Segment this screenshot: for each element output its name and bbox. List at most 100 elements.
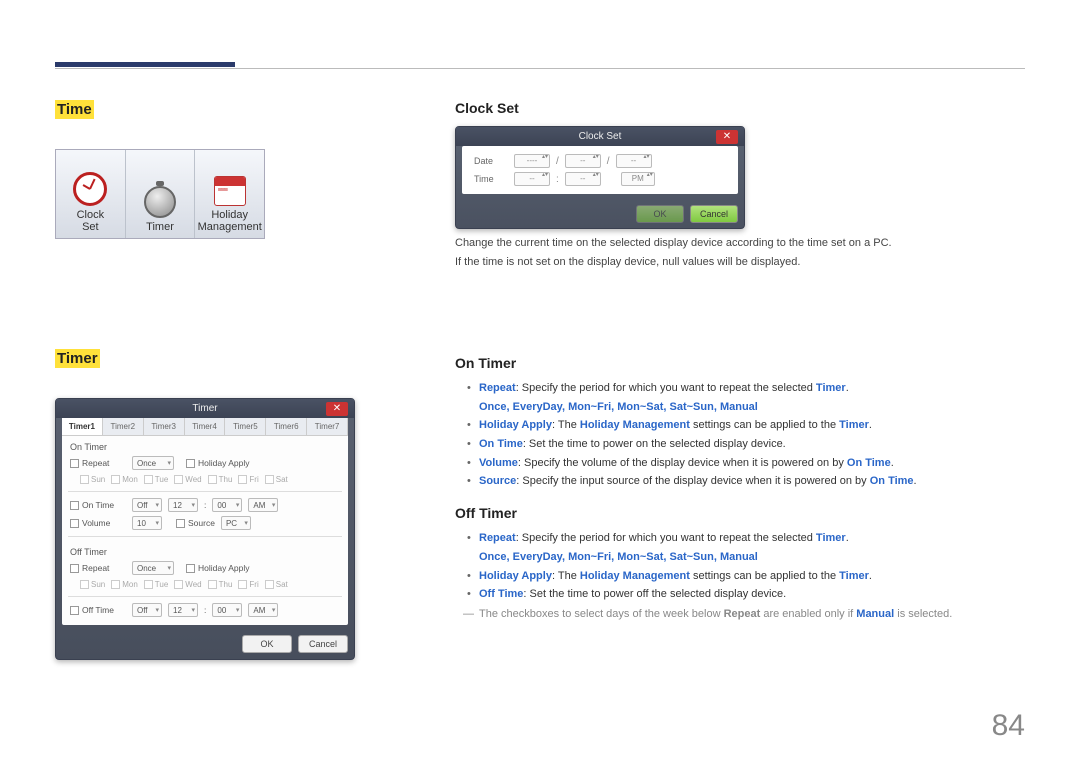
- day-sun-cb[interactable]: [80, 475, 89, 484]
- clockset-cancel-button[interactable]: Cancel: [690, 205, 738, 223]
- tile-holiday-label: Holiday Management: [198, 209, 262, 233]
- off-timer-note: The checkboxes to select days of the wee…: [455, 608, 1025, 620]
- off-time-checkbox[interactable]: [70, 606, 79, 615]
- day-wed: Wed: [185, 475, 201, 484]
- tab-timer5[interactable]: Timer5: [225, 418, 266, 435]
- clockset-ok-button[interactable]: OK: [636, 205, 684, 223]
- page-number: 84: [992, 709, 1025, 743]
- tile-holiday[interactable]: Holiday Management: [195, 150, 264, 238]
- stopwatch-icon: [144, 186, 176, 218]
- off-time-enable-select[interactable]: Off: [132, 603, 162, 617]
- on-holiday-checkbox[interactable]: [186, 459, 195, 468]
- day-sat-cb[interactable]: [265, 475, 274, 484]
- off-repeat-row: Repeat: [70, 563, 126, 573]
- off-repeat-checkbox[interactable]: [70, 564, 79, 573]
- on-time-checkbox[interactable]: [70, 501, 79, 510]
- day-tue-cb[interactable]: [144, 475, 153, 484]
- day-thu-cb[interactable]: [208, 475, 217, 484]
- on-timer-source: Source: Specify the input source of the …: [479, 472, 1025, 491]
- on-timer-holiday: Holiday Apply: The Holiday Management se…: [479, 416, 1025, 435]
- timer-ok-button[interactable]: OK: [242, 635, 292, 653]
- calendar-icon: [214, 176, 246, 206]
- off-time-hour[interactable]: 12: [168, 603, 198, 617]
- on-timer-volume: Volume: Specify the volume of the displa…: [479, 454, 1025, 473]
- tile-clock-set-label: Clock Set: [77, 209, 105, 233]
- off-time-ampm[interactable]: AM: [248, 603, 278, 617]
- date-day[interactable]: --: [616, 154, 652, 168]
- time-heading: Time: [55, 100, 94, 119]
- source-select[interactable]: PC: [221, 516, 251, 530]
- off-time-label: Off Time: [82, 605, 126, 615]
- off-day-tue-cb[interactable]: [144, 580, 153, 589]
- tile-clock-set[interactable]: Clock Set: [56, 150, 126, 238]
- day-tue: Tue: [155, 475, 169, 484]
- day-fri: Fri: [249, 475, 258, 484]
- timer-cancel-button[interactable]: Cancel: [298, 635, 348, 653]
- time-min[interactable]: --: [565, 172, 601, 186]
- off-day-wed-cb[interactable]: [174, 580, 183, 589]
- timer-dialog-title: Timer ✕: [56, 399, 354, 418]
- on-timer-ontime: On Time: Set the time to power on the se…: [479, 435, 1025, 454]
- on-repeat-checkbox[interactable]: [70, 459, 79, 468]
- off-repeat-label: Repeat: [82, 563, 126, 573]
- tab-timer3[interactable]: Timer3: [144, 418, 185, 435]
- clockset-desc-2: If the time is not set on the display de…: [455, 254, 1025, 271]
- off-holiday-checkbox[interactable]: [186, 564, 195, 573]
- off-day-sun: Sun: [91, 580, 105, 589]
- off-day-wed: Wed: [185, 580, 201, 589]
- off-time-min[interactable]: 00: [212, 603, 242, 617]
- on-timer-repeat: Repeat: Specify the period for which you…: [479, 379, 1025, 416]
- clockset-desc-1: Change the current time on the selected …: [455, 235, 1025, 252]
- clock-set-dialog: Clock Set ✕ Date ---- / -- / -- Time -- …: [455, 126, 745, 229]
- time-hour[interactable]: --: [514, 172, 550, 186]
- tile-timer[interactable]: Timer: [126, 150, 196, 238]
- time-ampm[interactable]: PM: [621, 172, 655, 186]
- off-day-mon-cb[interactable]: [111, 580, 120, 589]
- on-time-enable-select[interactable]: Off: [132, 498, 162, 512]
- day-fri-cb[interactable]: [238, 475, 247, 484]
- holiday-apply-label: Holiday Apply: [198, 458, 250, 468]
- clock-set-title: Clock Set ✕: [456, 127, 744, 146]
- date-month[interactable]: --: [565, 154, 601, 168]
- source-checkbox[interactable]: [176, 519, 185, 528]
- close-icon[interactable]: ✕: [716, 130, 738, 144]
- time-tiles-panel: Clock Set Timer Holiday Management: [55, 149, 265, 239]
- close-icon[interactable]: ✕: [326, 402, 348, 416]
- source-label: Source: [188, 518, 215, 528]
- tab-timer6[interactable]: Timer6: [266, 418, 307, 435]
- off-day-thu: Thu: [219, 580, 233, 589]
- off-timer-repeat: Repeat: Specify the period for which you…: [479, 529, 1025, 566]
- on-time-min[interactable]: 00: [212, 498, 242, 512]
- off-repeat-select[interactable]: Once: [132, 561, 174, 575]
- date-label: Date: [470, 156, 508, 166]
- off-timer-bullets: Repeat: Specify the period for which you…: [455, 529, 1025, 604]
- off-day-thu-cb[interactable]: [208, 580, 217, 589]
- tab-timer2[interactable]: Timer2: [103, 418, 144, 435]
- source-row: Source: [176, 518, 215, 528]
- off-day-sun-cb[interactable]: [80, 580, 89, 589]
- volume-row: Volume: [70, 518, 126, 528]
- on-repeat-select[interactable]: Once: [132, 456, 174, 470]
- volume-select[interactable]: 10: [132, 516, 162, 530]
- off-timer-label: Off Timer: [62, 541, 348, 559]
- on-time-ampm[interactable]: AM: [248, 498, 278, 512]
- off-day-sat-cb[interactable]: [265, 580, 274, 589]
- timer-dialog-title-text: Timer: [192, 403, 217, 414]
- volume-checkbox[interactable]: [70, 519, 79, 528]
- off-day-fri-cb[interactable]: [238, 580, 247, 589]
- on-time-hour[interactable]: 12: [168, 498, 198, 512]
- day-mon-cb[interactable]: [111, 475, 120, 484]
- off-day-tue: Tue: [155, 580, 169, 589]
- on-timer-bullets: Repeat: Specify the period for which you…: [455, 379, 1025, 491]
- tab-timer7[interactable]: Timer7: [307, 418, 348, 435]
- off-day-sat: Sat: [276, 580, 288, 589]
- clock-set-heading: Clock Set: [455, 100, 1025, 116]
- date-year[interactable]: ----: [514, 154, 550, 168]
- on-holiday-apply: Holiday Apply: [186, 458, 250, 468]
- clock-icon: [73, 172, 107, 206]
- day-wed-cb[interactable]: [174, 475, 183, 484]
- tab-timer4[interactable]: Timer4: [185, 418, 226, 435]
- off-day-mon: Mon: [122, 580, 138, 589]
- off-day-fri: Fri: [249, 580, 258, 589]
- tab-timer1[interactable]: Timer1: [62, 418, 103, 435]
